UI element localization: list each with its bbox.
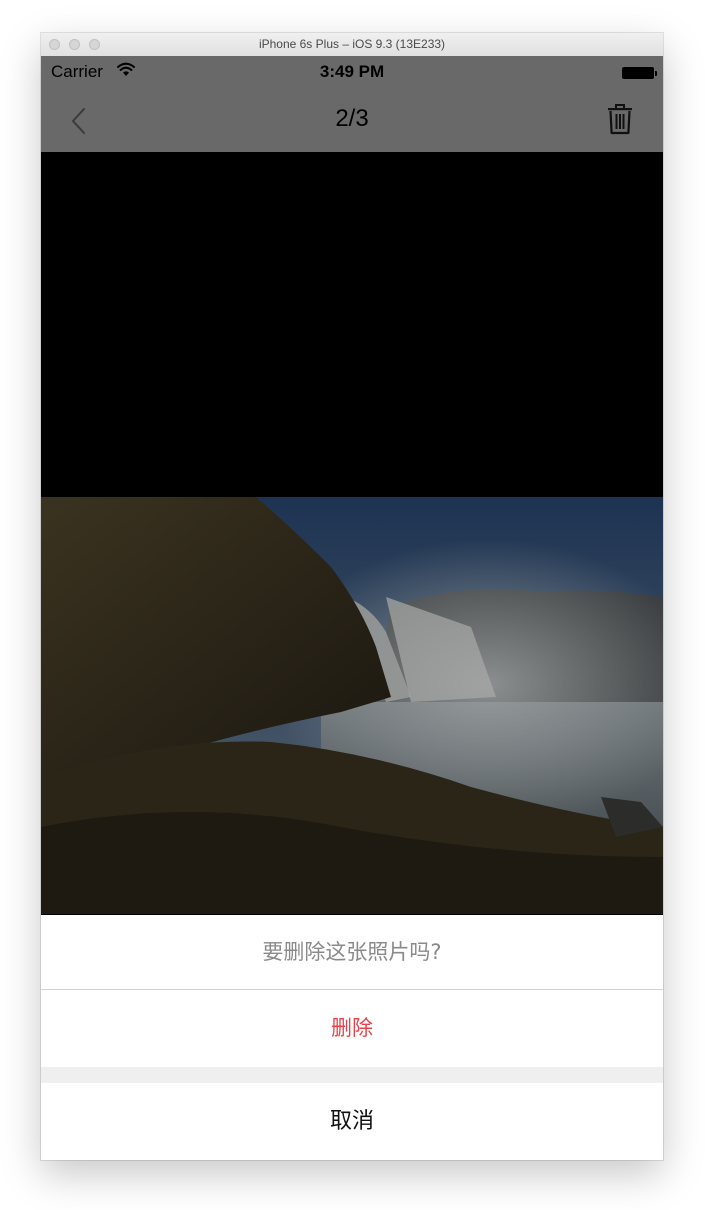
simulator-titlebar: iPhone 6s Plus – iOS 9.3 (13E233) bbox=[41, 33, 663, 57]
confirm-delete-button[interactable]: 删除 bbox=[41, 990, 663, 1067]
photo-viewer[interactable] bbox=[41, 152, 663, 915]
delete-photo-button[interactable] bbox=[605, 103, 635, 135]
trash-icon bbox=[608, 104, 632, 135]
navigation-bar: 2/3 bbox=[41, 88, 663, 152]
cancel-button[interactable]: 取消 bbox=[41, 1083, 663, 1160]
action-sheet-message: 要删除这张照片吗? bbox=[41, 915, 663, 990]
window-title: iPhone 6s Plus – iOS 9.3 (13E233) bbox=[258, 37, 446, 51]
waterfall-photo bbox=[41, 497, 663, 914]
battery-icon bbox=[622, 67, 657, 79]
status-time: 3:49 PM bbox=[319, 62, 385, 81]
status-bar: Carrier 3:49 PM bbox=[41, 56, 663, 88]
simulator-window: iPhone 6s Plus – iOS 9.3 (13E233) Carrie… bbox=[41, 33, 663, 1160]
page-counter: 2/3 bbox=[335, 105, 369, 132]
action-sheet: 要删除这张照片吗? 删除 取消 bbox=[41, 915, 663, 1160]
